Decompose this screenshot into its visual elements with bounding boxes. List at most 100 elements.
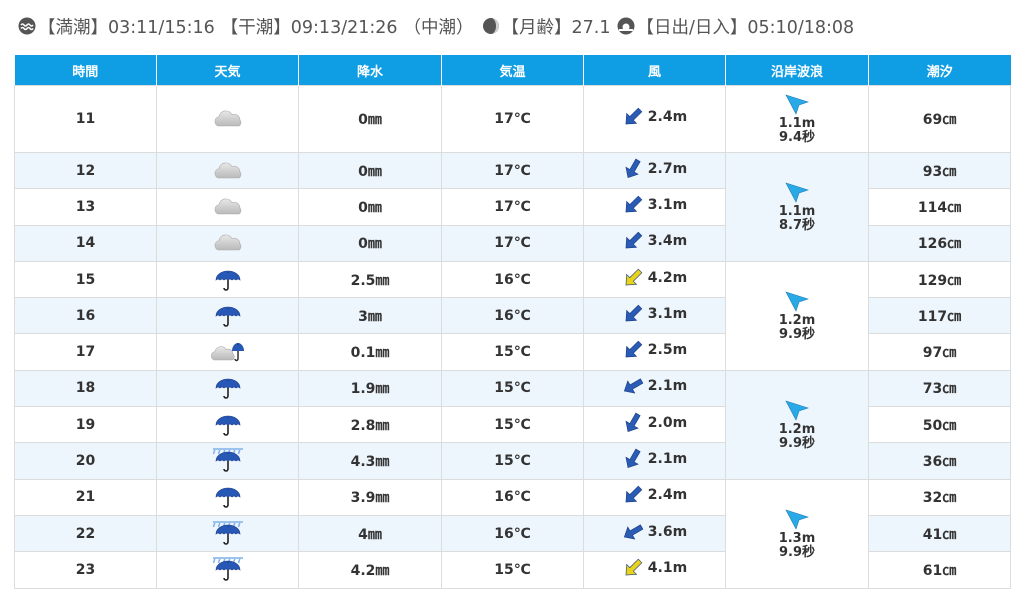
tide-level-cell: 129㎝ (868, 260, 1011, 299)
hour-cell: 13 (14, 188, 157, 226)
wind-speed: 2.4m (647, 487, 688, 504)
precipitation-cell: 2.5㎜ (298, 260, 442, 299)
precipitation-cell: 1.9㎜ (298, 369, 442, 408)
hour-cell: 19 (14, 406, 157, 444)
wind-speed: 4.1m (647, 559, 688, 576)
cloudy-icon (211, 230, 245, 256)
wind-cell: 2.7m (583, 151, 726, 190)
wind-direction-arrow-icon (622, 267, 644, 289)
wind-cell: 2.4m (583, 478, 726, 516)
temperature-cell: 16℃ (441, 297, 584, 335)
precipitation-cell: 2.8㎜ (298, 406, 442, 444)
forecast-table: 時間 天気 降水 気温風沿岸波浪 潮汐 11 0㎜ 17℃ 2.4m 1.1m 9.4秒 69㎝ 12… (14, 55, 1011, 589)
header-tide: 潮汐 (868, 55, 1011, 86)
precipitation-cell: 0.1㎜ (298, 333, 442, 371)
cloudy-icon (211, 158, 245, 184)
tide-level-cell: 97㎝ (868, 333, 1011, 371)
header-wind: 風 (583, 55, 726, 86)
wave-info: 1.1m 8.7秒 (726, 181, 868, 233)
heavy-rain-umbrella-icon (211, 556, 245, 583)
tide-level-cell: 114㎝ (868, 188, 1011, 226)
weather-cell (156, 85, 299, 153)
wind-cell: 2.1m (583, 369, 726, 408)
weather-cell (156, 151, 299, 190)
wave-direction-arrow-icon (784, 181, 810, 203)
hour-cell: 17 (14, 333, 157, 371)
precipitation-cell: 0㎜ (298, 188, 442, 226)
sunrise-sunset-text: 【日出/日入】05:10/18:08 (636, 17, 855, 38)
wind-speed: 3.6m (647, 523, 688, 540)
weather-cell (156, 442, 299, 480)
rain-umbrella-icon (211, 412, 245, 438)
table-row: 18 1.9㎜ 15℃ 2.1m 1.2m 9.9秒 73㎝ (14, 369, 1011, 480)
wind-value: 2.4m (622, 106, 687, 128)
rain-umbrella-icon (211, 303, 245, 329)
wind-direction-arrow-icon (622, 484, 644, 506)
wind-direction-arrow-icon (622, 557, 644, 579)
tide-level-cell: 61㎝ (868, 551, 1011, 589)
tide-type-text: （中潮） (403, 17, 474, 38)
wave-info: 1.2m 9.9秒 (726, 399, 868, 451)
hour-cell: 22 (14, 514, 157, 553)
tide-level-cell: 93㎝ (868, 151, 1011, 190)
wind-value: 2.4m (622, 484, 687, 506)
coastal-wave-cell: 1.3m 9.9秒 (725, 478, 869, 589)
heavy-rain-umbrella-icon (211, 448, 245, 474)
wind-cell: 2.1m (583, 442, 726, 480)
coastal-wave-cell: 1.2m 9.9秒 (725, 369, 869, 480)
coastal-wave-cell: 1.2m 9.9秒 (725, 260, 869, 371)
precipitation-cell: 4.2㎜ (298, 551, 442, 589)
temperature-cell: 17℃ (441, 85, 584, 153)
temperature-cell: 17℃ (441, 224, 584, 262)
wind-value: 3.1m (622, 303, 687, 325)
wind-cell: 4.2m (583, 260, 726, 299)
weather-cell (156, 333, 299, 371)
precipitation-cell: 4.3㎜ (298, 442, 442, 480)
wind-value: 4.1m (622, 557, 687, 579)
wind-value: 2.0m (622, 412, 687, 434)
wind-direction-arrow-icon (622, 448, 644, 470)
cloud-umbrella-icon (210, 339, 245, 365)
wind-value: 4.2m (622, 267, 687, 289)
temperature-cell: 15℃ (441, 551, 584, 589)
tide-level-cell: 50㎝ (868, 406, 1011, 444)
wind-direction-arrow-icon (622, 412, 644, 434)
high-tide-text: 【満潮】03:11/15:16 (38, 17, 215, 38)
wind-speed: 2.4m (647, 109, 688, 125)
wave-period: 9.9秒 (778, 326, 816, 342)
wave-info: 1.2m 9.9秒 (726, 290, 868, 342)
tide-level-cell: 126㎝ (868, 224, 1011, 262)
wind-direction-arrow-icon (622, 303, 644, 325)
wave-height: 1.1m (778, 116, 816, 131)
wind-direction-arrow-icon (622, 230, 644, 252)
wind-speed: 2.5m (647, 342, 688, 359)
table-row: 12 0㎜ 17℃ 2.7m 1.1m 8.7秒 93㎝ (14, 151, 1011, 262)
weather-cell (156, 551, 299, 589)
wind-cell: 3.6m (583, 514, 726, 553)
wind-speed: 3.4m (647, 233, 688, 250)
wind-speed: 2.1m (647, 451, 688, 468)
wave-height: 1.2m (778, 312, 816, 328)
tide-level-cell: 41㎝ (868, 514, 1011, 553)
sunrise-icon (617, 17, 635, 35)
wind-cell: 3.4m (583, 224, 726, 262)
weather-cell (156, 224, 299, 262)
low-tide-text: 【干潮】09:13/21:26 (220, 17, 398, 38)
hour-cell: 15 (14, 260, 157, 299)
precipitation-cell: 3.9㎜ (298, 478, 442, 516)
wind-value: 3.1m (622, 194, 687, 216)
wind-direction-arrow-icon (622, 375, 644, 397)
table-row: 15 2.5㎜ 16℃ 4.2m 1.2m 9.9秒 129㎝ (14, 260, 1011, 371)
temperature-cell: 15℃ (441, 406, 584, 444)
temperature-cell: 17℃ (441, 188, 584, 226)
wind-speed: 2.7m (647, 160, 688, 177)
table-header-row: 時間 天気 降水 気温風沿岸波浪 潮汐 (14, 55, 1011, 86)
wave-period: 8.7秒 (778, 217, 816, 233)
temperature-cell: 15℃ (441, 333, 584, 371)
wind-value: 2.1m (622, 375, 687, 397)
tide-level-cell: 36㎝ (868, 442, 1011, 480)
table-row: 21 3.9㎜ 16℃ 2.4m 1.3m 9.9秒 32㎝ (14, 478, 1011, 589)
header-weather: 天気 (156, 55, 299, 86)
coastal-wave-cell: 1.1m 9.4秒 (725, 85, 869, 153)
wave-period: 9.9秒 (778, 435, 816, 451)
